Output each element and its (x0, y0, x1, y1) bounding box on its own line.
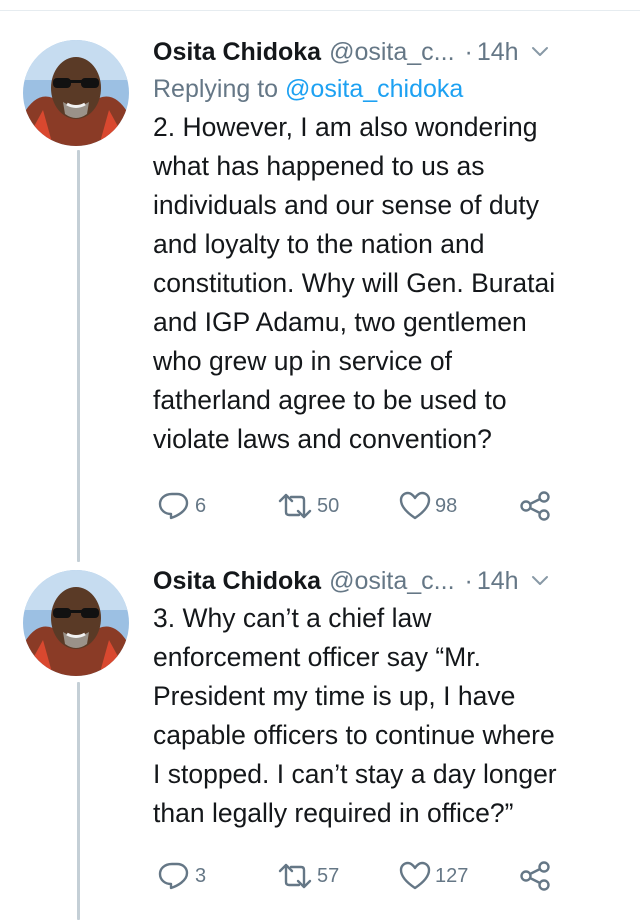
tweet[interactable]: Osita Chidoka @osita_c... · 14h Replying… (0, 0, 640, 560)
tweet-header: Osita Chidoka @osita_c... · 14h (153, 562, 623, 600)
share-icon (519, 860, 551, 892)
avatar[interactable] (23, 570, 129, 676)
like-count: 127 (435, 864, 469, 887)
user-handle[interactable]: @osita_c... (329, 567, 454, 596)
share-icon (519, 490, 551, 522)
retweet-button[interactable]: 57 (277, 861, 399, 891)
tweet-actions: 6 50 98 (157, 488, 597, 524)
chevron-down-icon[interactable] (531, 575, 549, 587)
timestamp[interactable]: 14h (477, 38, 519, 67)
timestamp[interactable]: 14h (477, 567, 519, 596)
reply-count: 6 (195, 494, 207, 517)
heart-icon (399, 491, 431, 521)
display-name[interactable]: Osita Chidoka (153, 38, 321, 67)
separator-dot: · (464, 566, 473, 595)
retweet-count: 57 (317, 864, 340, 887)
tweet-header: Osita Chidoka @osita_c... · 14h (153, 33, 623, 71)
replying-to: Replying to @osita_chidoka (153, 71, 623, 107)
retweet-count: 50 (317, 494, 340, 517)
reply-button[interactable]: 6 (157, 491, 277, 521)
reply-button[interactable]: 3 (157, 861, 277, 891)
reply-icon (157, 861, 191, 891)
avatar[interactable] (23, 40, 129, 146)
like-button[interactable]: 127 (399, 861, 519, 891)
tweet-actions: 3 57 127 (157, 858, 597, 894)
heart-icon (399, 861, 431, 891)
chevron-down-icon[interactable] (531, 46, 549, 58)
separator-dot: · (464, 37, 473, 66)
like-count: 98 (435, 494, 458, 517)
reply-count: 3 (195, 864, 207, 887)
tweet[interactable]: Osita Chidoka @osita_c... · 14h 3. Why c… (0, 560, 640, 920)
tweet-text: 3. Why can’t a chief law enforcement off… (153, 603, 557, 828)
replying-to-handle[interactable]: @osita_chidoka (285, 75, 463, 103)
share-button[interactable] (519, 490, 551, 522)
user-handle[interactable]: @osita_c... (329, 38, 454, 67)
retweet-button[interactable]: 50 (277, 491, 399, 521)
reply-icon (157, 491, 191, 521)
retweet-icon (277, 491, 313, 521)
tweet-text: 2. However, I am also wondering what has… (153, 112, 556, 454)
replying-to-label: Replying to (153, 75, 279, 103)
display-name[interactable]: Osita Chidoka (153, 567, 321, 596)
retweet-icon (277, 861, 313, 891)
like-button[interactable]: 98 (399, 491, 519, 521)
share-button[interactable] (519, 860, 551, 892)
